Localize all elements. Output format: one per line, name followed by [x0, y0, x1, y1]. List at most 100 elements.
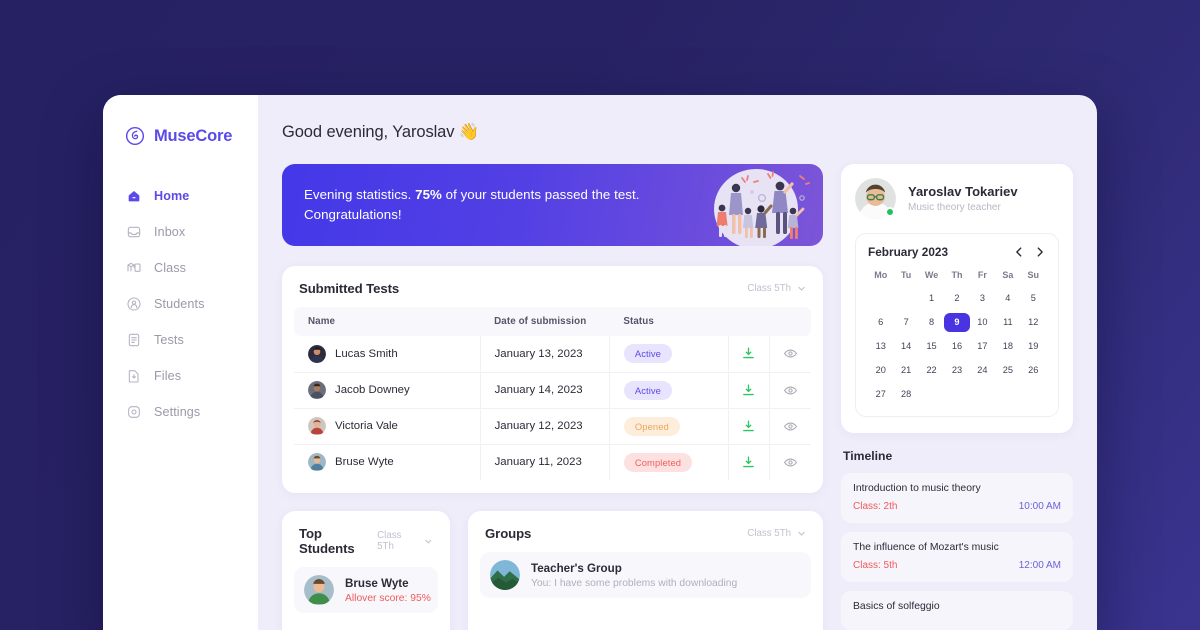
download-icon[interactable]: [741, 346, 756, 361]
table-row[interactable]: Lucas Smith January 13, 2023 Active: [294, 336, 811, 373]
timeline-item-title: The influence of Mozart's music: [853, 542, 999, 553]
cell-name: Jacob Downey: [294, 372, 481, 409]
profile-summary[interactable]: Yaroslav Tokariev Music theory teacher: [855, 178, 1059, 219]
calendar-day-selected[interactable]: 9: [944, 313, 970, 332]
calendar-day[interactable]: 15: [919, 337, 944, 356]
cell-date: January 13, 2023: [479, 336, 610, 373]
files-icon: [128, 370, 139, 383]
calendar-day[interactable]: 10: [970, 313, 995, 332]
table-row[interactable]: Victoria Vale January 12, 2023 Opened: [294, 408, 811, 445]
calendar-day[interactable]: 1: [919, 289, 944, 308]
card-header: Groups Class 5Th: [468, 511, 823, 552]
calendar-day[interactable]: 16: [944, 337, 969, 356]
timeline-item-meta: Class: 5th 12:00 AM: [853, 560, 1061, 571]
timeline-item-title: Basics of solfeggio: [853, 601, 940, 612]
calendar-day[interactable]: 8: [919, 313, 944, 332]
calendar: February 2023 Mo Tu We Th Fr Sa Su 1 2 3 4 5 6 7 8 9 10 1…: [855, 233, 1059, 417]
calendar-day[interactable]: 26: [1021, 361, 1046, 380]
calendar-day[interactable]: 4: [995, 289, 1020, 308]
timeline-title: Timeline: [843, 449, 893, 463]
chevron-down-icon: [425, 539, 432, 544]
cell-name: Lucas Smith: [294, 336, 481, 373]
student-score: Allover score: 95%: [345, 592, 431, 604]
class-filter-dropdown[interactable]: Class 5Th: [377, 530, 433, 552]
cell-date: January 14, 2023: [479, 372, 610, 409]
status-badge: Opened: [623, 416, 680, 436]
banner-lead: Evening statistics.: [304, 187, 416, 203]
download-icon[interactable]: [741, 419, 756, 434]
timeline-item[interactable]: Basics of solfeggio: [841, 591, 1073, 630]
music-spiral-logo-icon: [125, 126, 145, 146]
calendar-day[interactable]: 21: [893, 361, 918, 380]
table-row[interactable]: Bruse Wyte January 11, 2023 Completed: [294, 444, 811, 480]
group-name: Teacher's Group: [531, 561, 622, 575]
banner-text: Evening statistics. 75% of your students…: [304, 185, 724, 225]
cell-view: [769, 372, 811, 409]
chevron-right-icon[interactable]: [1034, 246, 1046, 258]
calendar-day[interactable]: 28: [893, 385, 918, 404]
calendar-day[interactable]: 24: [970, 361, 995, 380]
calendar-day[interactable]: 22: [919, 361, 944, 380]
eye-icon[interactable]: [783, 419, 798, 434]
main-content: Good evening, Yaroslav 👋 Evening statist…: [258, 95, 1097, 630]
calendar-day[interactable]: 17: [970, 337, 995, 356]
calendar-month-label: February 2023: [868, 245, 949, 259]
tests-icon: [128, 333, 140, 347]
class-filter-dropdown[interactable]: Class 5Th: [747, 528, 806, 539]
sidebar-item-students[interactable]: Students: [103, 286, 258, 322]
inbox-icon: [127, 226, 141, 238]
avatar: [308, 344, 326, 363]
sidebar-item-settings[interactable]: Settings: [103, 394, 258, 430]
calendar-day[interactable]: 13: [868, 337, 893, 356]
eye-icon[interactable]: [783, 346, 798, 361]
cell-view: [769, 408, 811, 445]
calendar-day[interactable]: 11: [995, 313, 1020, 332]
chevron-left-icon[interactable]: [1013, 246, 1025, 258]
sidebar-item-class[interactable]: Class: [103, 250, 258, 286]
card-header: Top Students Class 5Th: [282, 511, 450, 567]
sidebar-item-files[interactable]: Files: [103, 358, 258, 394]
settings-icon: [128, 406, 140, 418]
download-icon[interactable]: [741, 455, 756, 470]
eye-icon[interactable]: [783, 455, 798, 470]
cell-date: January 11, 2023: [479, 444, 610, 480]
cell-status: Completed: [608, 444, 729, 480]
table-row[interactable]: Jacob Downey January 14, 2023 Active: [294, 372, 811, 409]
calendar-day[interactable]: 27: [868, 385, 893, 404]
student-name: Jacob Downey: [335, 384, 410, 396]
sidebar-item-inbox[interactable]: Inbox: [103, 214, 258, 250]
calendar-day[interactable]: 18: [995, 337, 1020, 356]
calendar-day[interactable]: 20: [868, 361, 893, 380]
student-name: Lucas Smith: [335, 347, 398, 360]
list-item[interactable]: Teacher's Group You: I have some problem…: [480, 552, 811, 598]
card-header: Submitted Tests Class 5Th: [282, 266, 823, 307]
calendar-day[interactable]: 19: [1021, 337, 1046, 356]
calendar-day[interactable]: 25: [995, 361, 1020, 380]
calendar-day[interactable]: 23: [944, 361, 969, 380]
home-icon: [128, 191, 140, 202]
calendar-day[interactable]: 12: [1021, 313, 1046, 332]
calendar-day[interactable]: 5: [1021, 289, 1046, 308]
calendar-day[interactable]: 14: [893, 337, 918, 356]
calendar-day-of-week: Fr: [977, 270, 987, 280]
timeline-section: Timeline Introduction to music theory Cl…: [841, 449, 1073, 630]
class-filter-dropdown[interactable]: Class 5Th: [747, 283, 806, 294]
brand-logo[interactable]: MuseCore: [103, 121, 258, 151]
eye-icon[interactable]: [783, 383, 798, 398]
sidebar-item-tests[interactable]: Tests: [103, 322, 258, 358]
cell-view: [769, 444, 811, 480]
download-icon[interactable]: [741, 383, 756, 398]
list-item[interactable]: Bruse Wyte Allover score: 95%: [294, 567, 438, 613]
sidebar-item-label: Settings: [154, 405, 201, 419]
online-status-indicator: [885, 207, 895, 217]
sidebar-item-home[interactable]: Home: [103, 178, 258, 214]
table-header: Name Date of submission Status: [294, 307, 811, 336]
calendar-day[interactable]: 6: [868, 313, 893, 332]
calendar-day[interactable]: 3: [970, 289, 995, 308]
calendar-day[interactable]: 2: [944, 289, 969, 308]
calendar-day[interactable]: 7: [893, 313, 918, 332]
timeline-item[interactable]: Introduction to music theory Class: 2th …: [841, 473, 1073, 523]
sidebar-nav: Home Inbox Class Students Tests Files Se…: [103, 178, 258, 430]
timeline-item[interactable]: The influence of Mozart's music Class: 5…: [841, 532, 1073, 582]
sidebar-item-label: Tests: [154, 333, 184, 347]
